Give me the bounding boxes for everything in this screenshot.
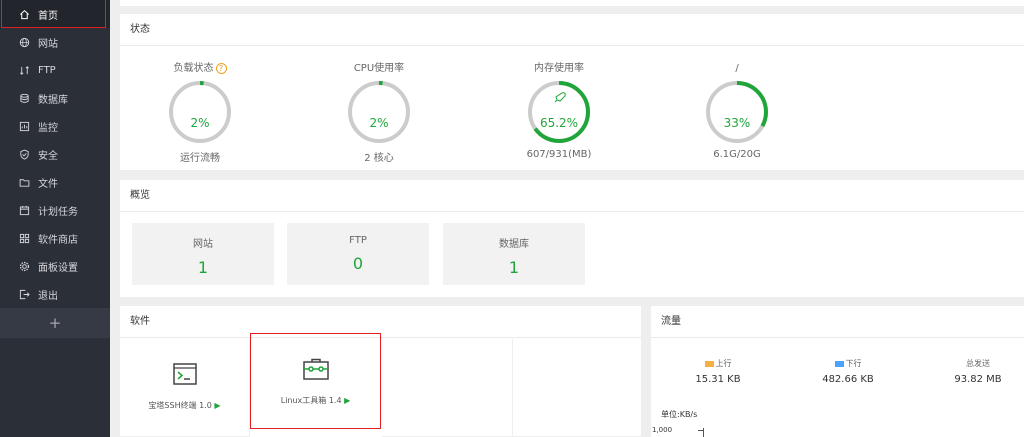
disk-gauge[interactable]: / 33% 6.1G/20G	[677, 62, 797, 160]
overview-card-count[interactable]: 0	[287, 254, 429, 273]
sidebar-item-label: 软件商店	[38, 234, 78, 246]
overview-card-ftp[interactable]: FTP 0	[287, 223, 429, 285]
sidebar-item-home[interactable]: 首页	[0, 0, 110, 28]
overview-panel: 概览 网站 1 FTP 0 数据库 1	[120, 180, 1024, 297]
sidebar-item-database[interactable]: 数据库	[0, 84, 110, 112]
memory-gauge-value: 65.2%	[539, 116, 579, 130]
status-panel: 状态 负载状态? 2% 运行流畅 CPU使用率 2% 2 核心 内存使用率 65…	[120, 14, 1024, 170]
software-item-ssh-terminal[interactable]: 宝塔SSH终端 1.0 ▶	[120, 339, 250, 437]
status-title: 状态	[120, 14, 1024, 46]
traffic-panel: 流量 上行 15.31 KB 下行 482.66 KB 总发送 93.82 MB…	[651, 306, 1024, 437]
sidebar-item-files[interactable]: 文件	[0, 168, 110, 196]
grid-icon	[18, 232, 30, 244]
chart-y-tick: 1,000	[652, 426, 673, 434]
cpu-gauge-label: CPU使用率	[353, 63, 405, 74]
terminal-icon	[172, 363, 197, 385]
traffic-legend: 下行	[845, 359, 862, 368]
sidebar-item-logout[interactable]: 退出	[0, 280, 110, 308]
software-panel: 软件 宝塔SSH终端 1.0 ▶ Linux工具箱 1.4 ▶	[120, 306, 641, 437]
home-icon	[18, 8, 30, 20]
software-slot-empty	[513, 339, 641, 437]
software-item-name: Linux工具箱 1.4	[280, 396, 342, 405]
load-gauge-label: 负载状态	[173, 63, 214, 74]
folder-icon	[18, 176, 30, 188]
cpu-gauge-value: 2%	[369, 116, 389, 130]
overview-card-count[interactable]: 1	[132, 258, 274, 277]
disk-gauge-sub: 6.1G/20G	[713, 149, 761, 160]
gear-icon	[18, 260, 30, 272]
software-item-linux-toolbox[interactable]: Linux工具箱 1.4 ▶	[250, 333, 381, 429]
sidebar-item-label: FTP	[38, 64, 56, 76]
memory-gauge-ring	[528, 81, 590, 143]
sidebar-item-label: 首页	[38, 10, 58, 22]
load-gauge-sub: 运行流畅	[180, 153, 220, 164]
play-icon[interactable]: ▶	[344, 396, 350, 405]
sidebar-item-label: 网站	[38, 38, 58, 50]
upload-legend-swatch	[704, 360, 714, 367]
overview-card-database[interactable]: 数据库 1	[443, 223, 585, 285]
software-slot-empty	[382, 339, 513, 437]
sidebar-item-cron[interactable]: 计划任务	[0, 196, 110, 224]
monitor-icon	[18, 120, 30, 132]
toolbox-icon	[302, 358, 329, 380]
globe-icon	[18, 36, 30, 48]
cpu-gauge-sub: 2 核心	[364, 153, 394, 164]
chart-unit-label: 单位:KB/s	[661, 410, 698, 419]
play-icon[interactable]: ▶	[214, 401, 220, 410]
sidebar-item-label: 监控	[38, 122, 58, 134]
cpu-gauge-ring	[348, 81, 410, 143]
chart-y-axis	[703, 428, 704, 437]
traffic-upload: 上行 15.31 KB	[658, 358, 778, 385]
add-menu-button[interactable]: +	[0, 308, 110, 338]
sidebar-item-website[interactable]: 网站	[0, 28, 110, 56]
shield-icon	[18, 148, 30, 160]
sidebar: 首页 网站 FTP 数据库 监控 安全 文件 计划任务 软件商店 面板设置 退出…	[0, 0, 110, 437]
traffic-value: 482.66 KB	[822, 374, 874, 385]
logout-icon	[18, 288, 30, 300]
traffic-value: 15.31 KB	[695, 374, 741, 385]
memory-gauge-sub: 607/931(MB)	[526, 149, 592, 160]
load-gauge[interactable]: 负载状态? 2% 运行流畅	[140, 62, 260, 164]
sidebar-item-label: 安全	[38, 150, 58, 162]
sidebar-item-label: 计划任务	[38, 206, 78, 218]
download-legend-swatch	[834, 360, 844, 367]
sidebar-item-settings[interactable]: 面板设置	[0, 252, 110, 280]
overview-card-name: 数据库	[499, 239, 529, 250]
overview-title: 概览	[120, 180, 1024, 212]
sidebar-item-label: 面板设置	[38, 262, 78, 274]
memory-gauge[interactable]: 内存使用率 65.2% 607/931(MB)	[499, 62, 619, 160]
sidebar-item-monitor[interactable]: 监控	[0, 112, 110, 140]
load-gauge-value: 2%	[190, 116, 210, 130]
sidebar-item-label: 退出	[38, 290, 58, 302]
software-item-name: 宝塔SSH终端 1.0	[148, 401, 212, 410]
traffic-title: 流量	[651, 306, 1024, 338]
rocket-icon	[554, 92, 566, 103]
calendar-icon	[18, 204, 30, 216]
traffic-total-sent: 总发送 93.82 MB	[918, 358, 1024, 385]
top-panel-edge	[120, 0, 1024, 6]
cpu-gauge[interactable]: CPU使用率 2% 2 核心	[319, 62, 439, 164]
sidebar-item-label: 数据库	[38, 94, 68, 106]
database-icon	[18, 92, 30, 104]
traffic-legend: 总发送	[966, 359, 990, 368]
load-gauge-ring	[169, 81, 231, 143]
memory-gauge-label: 内存使用率	[534, 63, 584, 74]
help-icon[interactable]: ?	[215, 63, 227, 74]
disk-gauge-ring	[706, 81, 768, 143]
disk-gauge-label: /	[735, 63, 739, 74]
overview-card-count[interactable]: 1	[443, 258, 585, 277]
traffic-value: 93.82 MB	[954, 374, 1002, 385]
sidebar-item-ftp[interactable]: FTP	[0, 56, 110, 84]
disk-gauge-value: 33%	[723, 116, 751, 130]
traffic-legend: 上行	[715, 359, 732, 368]
overview-card-name: FTP	[349, 235, 367, 246]
sidebar-item-security[interactable]: 安全	[0, 140, 110, 168]
ftp-icon	[18, 64, 30, 76]
sidebar-item-store[interactable]: 软件商店	[0, 224, 110, 252]
overview-card-name: 网站	[193, 239, 213, 250]
sidebar-item-label: 文件	[38, 178, 58, 190]
traffic-download: 下行 482.66 KB	[788, 358, 908, 385]
overview-card-website[interactable]: 网站 1	[132, 223, 274, 285]
